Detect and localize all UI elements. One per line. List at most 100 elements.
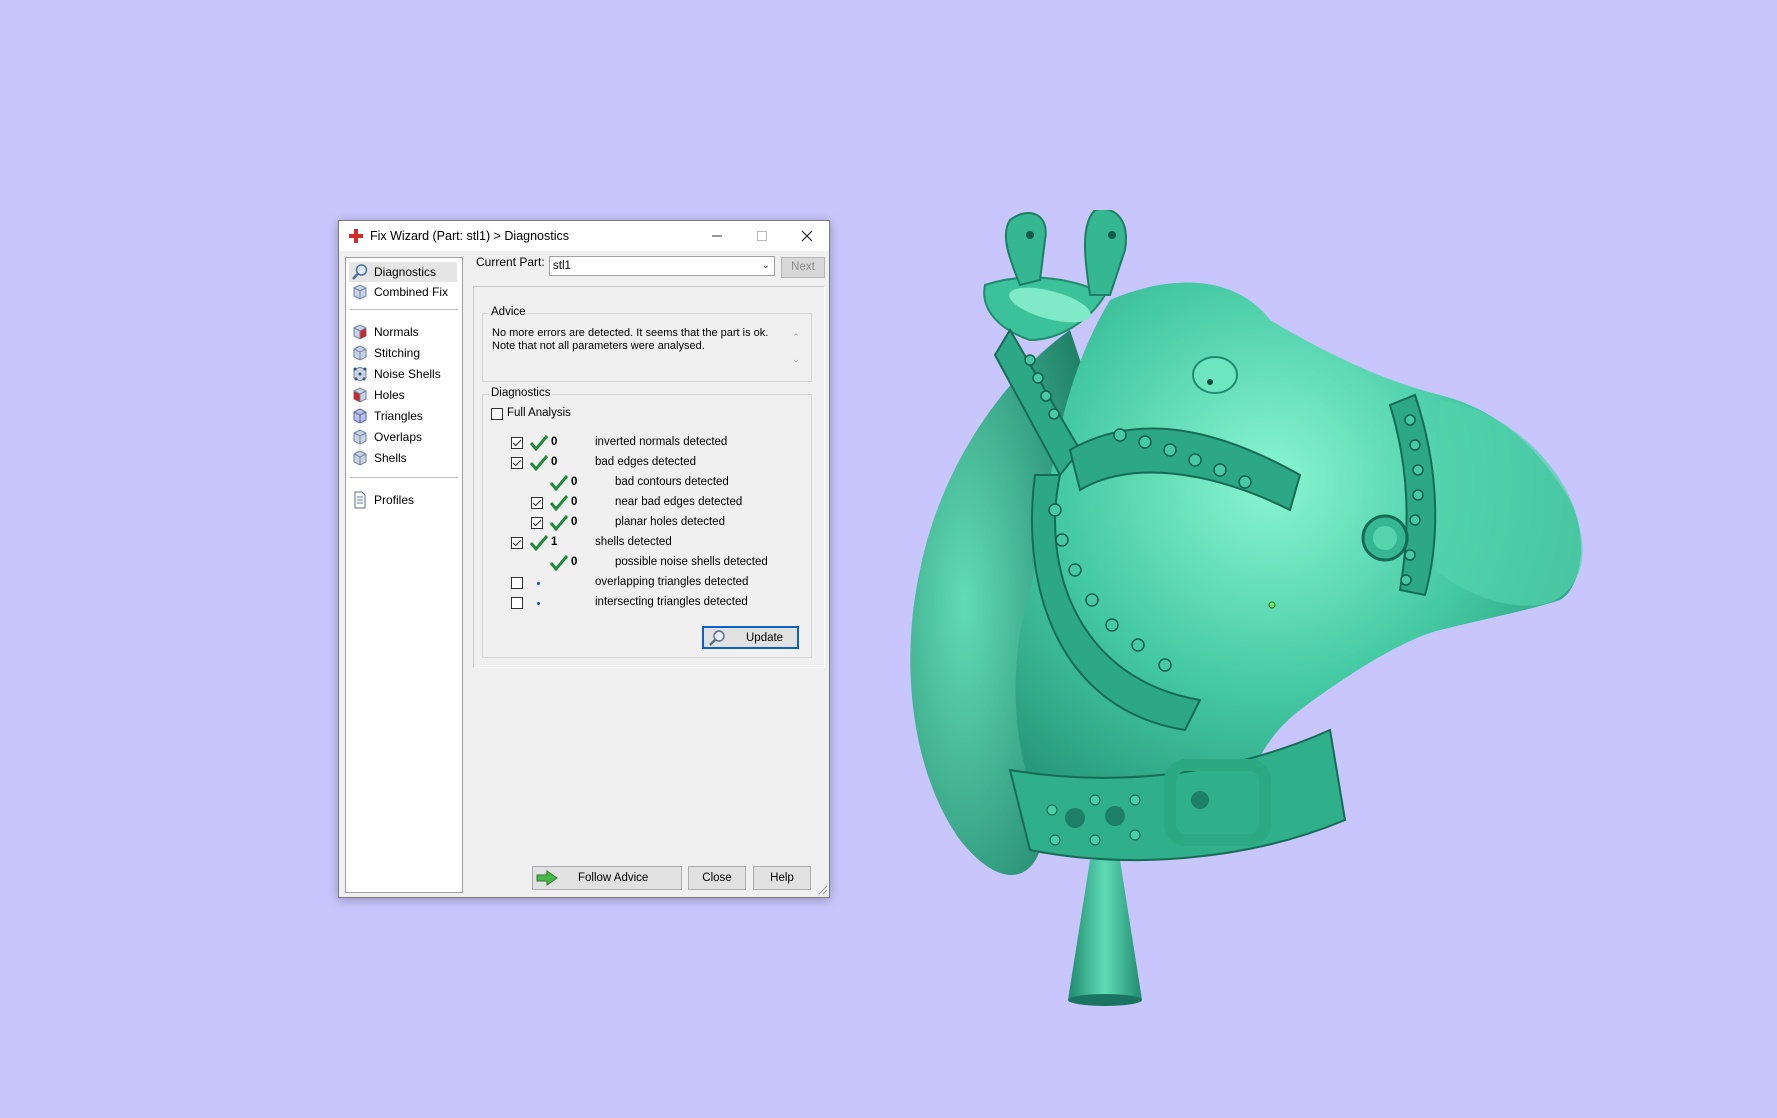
bad-edges-checkbox[interactable] xyxy=(511,457,523,469)
nav-item-normals[interactable]: Normals xyxy=(349,322,457,342)
close-button[interactable]: Close xyxy=(688,866,746,890)
bad-edges-count: 0 xyxy=(551,456,558,468)
title-bar[interactable]: Fix Wizard (Part: stl1) > Diagnostics xyxy=(339,221,829,251)
planar-holes-count: 0 xyxy=(571,516,578,528)
nav-separator xyxy=(350,477,458,478)
nav-item-profiles[interactable]: Profiles xyxy=(349,490,457,510)
nav-item-combined-fix[interactable]: Combined Fix xyxy=(349,282,457,302)
nav-item-shells[interactable]: Shells xyxy=(349,448,457,468)
nav-label: Profiles xyxy=(374,493,415,507)
close-icon xyxy=(801,230,812,242)
maximize-icon xyxy=(756,231,767,241)
pending-dot-icon xyxy=(537,582,540,585)
minimize-icon xyxy=(711,235,722,237)
update-button[interactable]: Update xyxy=(702,626,799,649)
minimize-button[interactable] xyxy=(694,221,739,251)
nav-label: Overlaps xyxy=(374,430,423,444)
cube-icon xyxy=(353,284,367,300)
arrow-right-icon xyxy=(536,870,558,886)
wizard-nav: Diagnostics Combined Fix Normals Stitchi… xyxy=(345,257,463,893)
nav-label: Triangles xyxy=(374,409,423,423)
nav-label: Diagnostics xyxy=(374,265,437,279)
window-title: Fix Wizard (Part: stl1) > Diagnostics xyxy=(370,229,570,243)
follow-advice-label: Follow Advice xyxy=(578,872,649,884)
check-ok-icon xyxy=(550,495,568,511)
advice-line-1: No more errors are detected. It seems th… xyxy=(492,327,769,339)
advice-scrollbar[interactable]: ⌃ ⌄ xyxy=(789,326,803,372)
nav-item-triangles[interactable]: Triangles xyxy=(349,406,457,426)
planar-holes-checkbox[interactable] xyxy=(531,517,543,529)
magnifier-icon xyxy=(352,264,368,280)
overlapping-triangles-label: overlapping triangles detected xyxy=(595,576,749,588)
noise-shells-label: possible noise shells detected xyxy=(615,556,768,568)
nav-separator xyxy=(350,309,458,310)
nav-label: Normals xyxy=(374,325,419,339)
near-bad-edges-checkbox[interactable] xyxy=(531,497,543,509)
current-part-label: Current Part: xyxy=(476,255,545,269)
intersecting-triangles-label: intersecting triangles detected xyxy=(595,596,748,608)
diagnostics-legend: Diagnostics xyxy=(489,387,553,399)
near-bad-edges-label: near bad edges detected xyxy=(615,496,743,508)
resize-grip-icon[interactable] xyxy=(818,885,828,895)
nav-item-noise-shells[interactable]: Noise Shells xyxy=(349,364,457,384)
cube-icon xyxy=(353,429,367,445)
shells-count: 1 xyxy=(551,536,558,548)
current-part-value: stl1 xyxy=(553,260,571,272)
advice-legend: Advice xyxy=(489,306,528,318)
check-ok-icon xyxy=(530,455,548,471)
chevron-down-icon: ⌄ xyxy=(761,260,770,271)
nav-item-holes[interactable]: Holes xyxy=(349,385,457,405)
check-ok-icon xyxy=(530,435,548,451)
intersecting-triangles-checkbox[interactable] xyxy=(511,597,523,609)
noise-shells-icon xyxy=(353,366,367,382)
near-bad-edges-count: 0 xyxy=(571,496,578,508)
nav-label: Stitching xyxy=(374,346,421,360)
magnifier-icon xyxy=(709,629,725,646)
update-label: Update xyxy=(746,631,784,644)
horse-head-model[interactable] xyxy=(880,210,1680,1020)
scroll-up-icon[interactable]: ⌃ xyxy=(789,326,803,348)
pending-dot-icon xyxy=(537,602,540,605)
check-ok-icon xyxy=(550,515,568,531)
nav-label: Shells xyxy=(374,451,407,465)
bad-edges-label: bad edges detected xyxy=(595,456,697,468)
close-window-button[interactable] xyxy=(784,221,829,251)
help-button[interactable]: Help xyxy=(753,866,811,890)
inverted-normals-label: inverted normals detected xyxy=(595,436,728,448)
advice-group: Advice No more errors are detected. It s… xyxy=(482,306,812,382)
maximize-button[interactable] xyxy=(739,221,784,251)
full-analysis-label: Full Analysis xyxy=(507,407,571,419)
overlapping-triangles-checkbox[interactable] xyxy=(511,577,523,589)
document-icon xyxy=(354,491,366,509)
bad-contours-count: 0 xyxy=(571,476,578,488)
nav-item-diagnostics[interactable]: Diagnostics xyxy=(349,262,457,282)
nav-label: Noise Shells xyxy=(374,367,441,381)
next-button[interactable]: Next xyxy=(781,257,825,278)
nav-label: Combined Fix xyxy=(374,285,449,299)
planar-holes-label: planar holes detected xyxy=(615,516,725,528)
advice-line-2: Note that not all parameters were analys… xyxy=(492,340,705,352)
red-cross-icon xyxy=(349,229,363,243)
nav-item-overlaps[interactable]: Overlaps xyxy=(349,427,457,447)
check-ok-icon xyxy=(550,555,568,571)
check-ok-icon xyxy=(530,535,548,551)
bad-contours-label: bad contours detected xyxy=(615,476,729,488)
current-part-select[interactable]: stl1 ⌄ xyxy=(549,256,775,276)
noise-shells-count: 0 xyxy=(571,556,578,568)
check-ok-icon xyxy=(550,475,568,491)
full-analysis-checkbox[interactable] xyxy=(491,408,503,420)
cube-red-icon xyxy=(353,324,367,340)
nav-label: Holes xyxy=(374,388,405,402)
cube-icon xyxy=(353,408,367,424)
cube-red-icon xyxy=(353,387,367,403)
nav-item-stitching[interactable]: Stitching xyxy=(349,343,457,363)
cube-icon xyxy=(353,345,367,361)
scroll-down-icon[interactable]: ⌄ xyxy=(789,348,803,370)
advice-text: No more errors are detected. It seems th… xyxy=(492,327,782,353)
shells-label: shells detected xyxy=(595,536,672,548)
shells-checkbox[interactable] xyxy=(511,537,523,549)
inverted-normals-checkbox[interactable] xyxy=(511,437,523,449)
inverted-normals-count: 0 xyxy=(551,436,558,448)
cube-icon xyxy=(353,450,367,466)
follow-advice-button[interactable]: Follow Advice xyxy=(532,866,682,890)
